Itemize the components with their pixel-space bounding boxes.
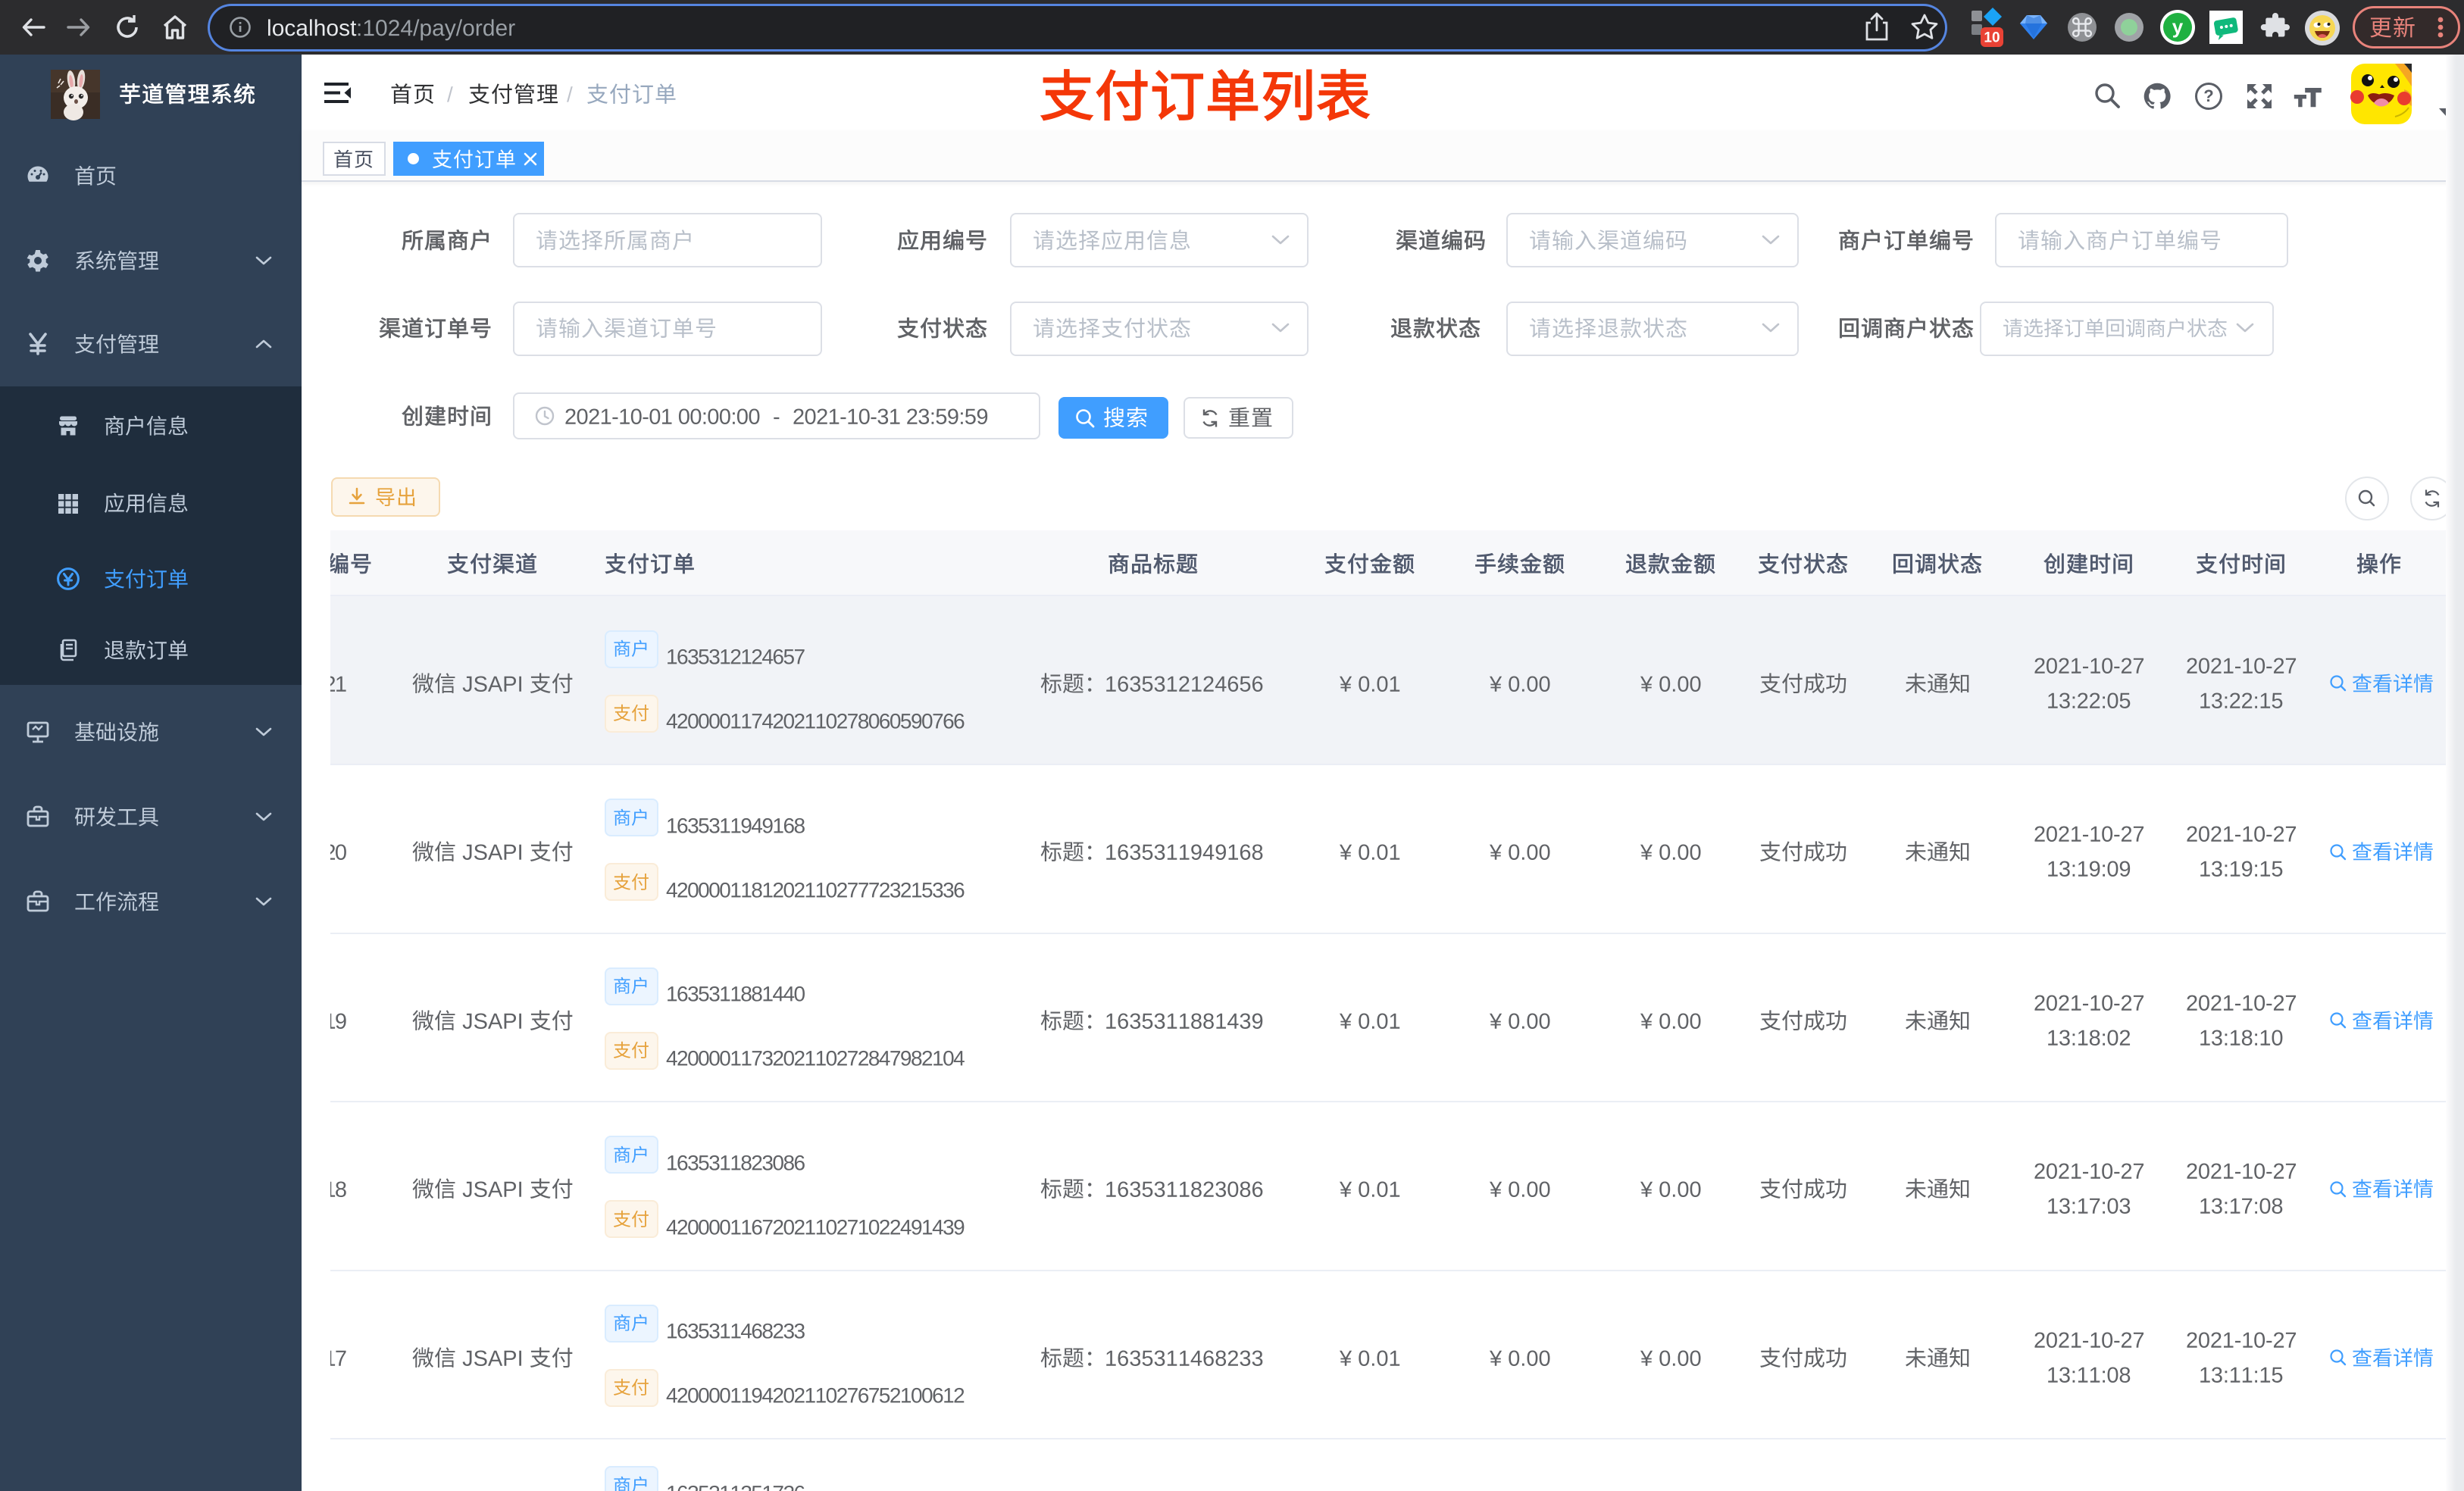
svg-text:10: 10 bbox=[1984, 30, 2000, 46]
svg-text:y: y bbox=[2172, 15, 2184, 38]
svg-text:?: ? bbox=[2203, 86, 2213, 105]
